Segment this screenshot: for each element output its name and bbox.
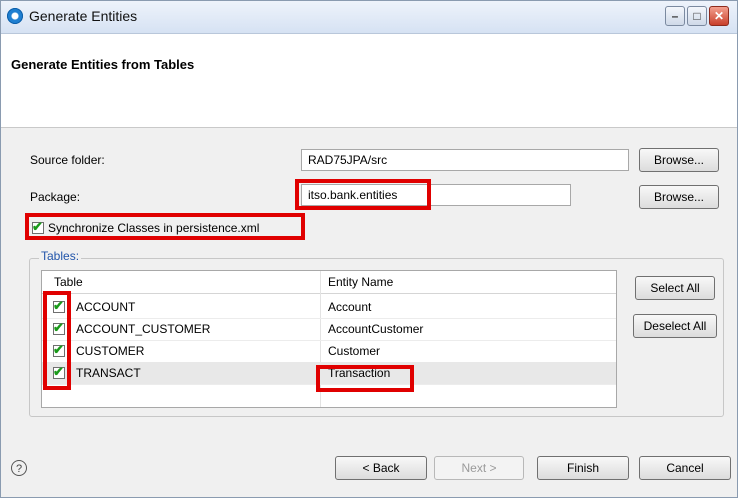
table-row[interactable]: ✔ ACCOUNT Account: [42, 296, 616, 319]
tables-list: Table Entity Name ✔ ACCOUNT Account ✔ AC…: [41, 270, 617, 408]
maximize-button[interactable]: □: [687, 6, 707, 26]
cancel-button[interactable]: Cancel: [639, 456, 731, 480]
table-row[interactable]: ✔ CUSTOMER Customer: [42, 340, 616, 363]
check-icon: ✔: [53, 364, 64, 379]
entity-name-cell[interactable]: Customer: [328, 344, 380, 358]
app-icon: [7, 8, 23, 24]
source-folder-label: Source folder:: [30, 153, 105, 167]
row-checkbox[interactable]: ✔: [53, 364, 65, 379]
sync-classes-label: Synchronize Classes in persistence.xml: [48, 221, 260, 235]
source-folder-field[interactable]: RAD75JPA/src: [301, 149, 629, 171]
title-bar: Generate Entities – □ ✕: [1, 1, 737, 34]
row-checkbox[interactable]: ✔: [53, 298, 65, 313]
close-icon: ✕: [713, 9, 725, 23]
column-header-entity-name[interactable]: Entity Name: [328, 275, 393, 289]
close-button[interactable]: ✕: [709, 6, 729, 26]
tables-group-label: Tables:: [39, 249, 82, 263]
maximize-icon: □: [693, 9, 701, 23]
select-all-button[interactable]: Select All: [635, 276, 715, 300]
table-name-cell: ACCOUNT: [76, 300, 136, 314]
package-browse-button[interactable]: Browse...: [639, 185, 719, 209]
table-header: Table Entity Name: [42, 271, 616, 294]
row-checkbox[interactable]: ✔: [53, 342, 65, 357]
minimize-button[interactable]: –: [665, 6, 685, 26]
check-icon: ✔: [53, 342, 64, 357]
table-row[interactable]: ✔ ACCOUNT_CUSTOMER AccountCustomer: [42, 318, 616, 341]
source-folder-browse-button[interactable]: Browse...: [639, 148, 719, 172]
help-icon[interactable]: ?: [11, 460, 27, 476]
column-header-table[interactable]: Table: [54, 275, 83, 289]
dialog-header: Generate Entities from Tables: [1, 34, 737, 128]
row-checkbox[interactable]: ✔: [53, 320, 65, 335]
window-title: Generate Entities: [29, 8, 138, 24]
finish-button[interactable]: Finish: [537, 456, 629, 480]
package-field[interactable]: itso.bank.entities: [301, 184, 571, 206]
back-button[interactable]: < Back: [335, 456, 427, 480]
next-button[interactable]: Next >: [434, 456, 524, 480]
entity-name-cell[interactable]: Account: [328, 300, 371, 314]
table-name-cell: CUSTOMER: [76, 344, 145, 358]
page-title: Generate Entities from Tables: [11, 57, 195, 72]
minimize-icon: –: [671, 9, 679, 23]
table-row[interactable]: ✔ TRANSACT Transaction: [42, 362, 616, 385]
table-name-cell: TRANSACT: [76, 366, 141, 380]
deselect-all-button[interactable]: Deselect All: [633, 314, 717, 338]
entity-name-cell[interactable]: Transaction: [328, 366, 390, 380]
check-icon: ✔: [53, 320, 64, 335]
entity-name-cell[interactable]: AccountCustomer: [328, 322, 423, 336]
check-icon: ✔: [32, 219, 43, 234]
generate-entities-dialog: Generate Entities – □ ✕ Generate Entitie…: [0, 0, 738, 498]
table-name-cell: ACCOUNT_CUSTOMER: [76, 322, 211, 336]
package-label: Package:: [30, 190, 81, 204]
sync-classes-checkbox[interactable]: ✔: [32, 219, 44, 234]
check-icon: ✔: [53, 298, 64, 313]
